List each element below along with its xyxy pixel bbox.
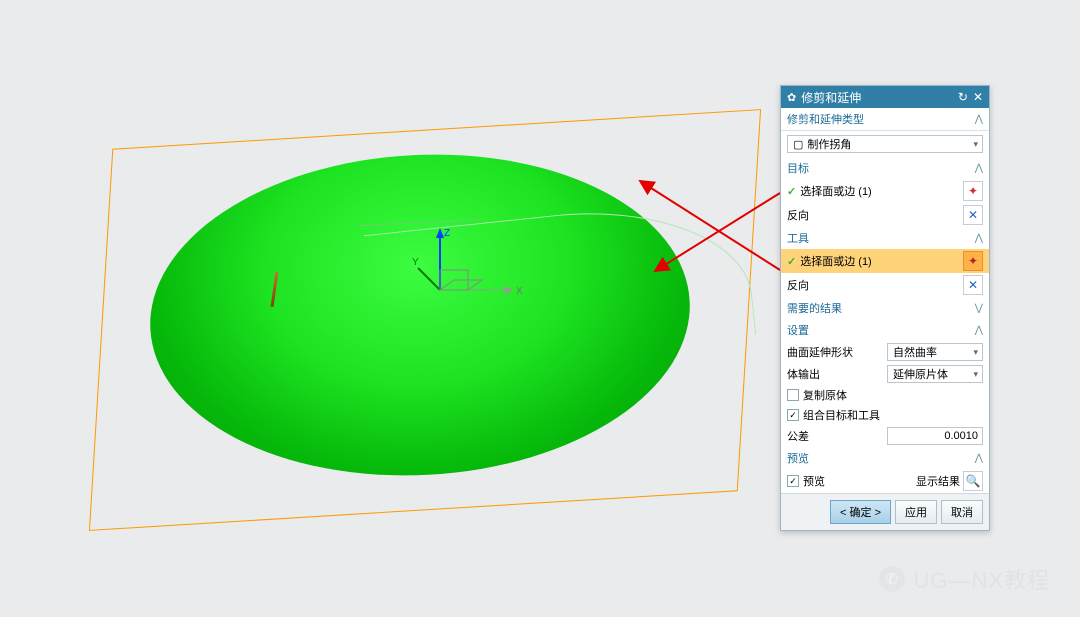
- show-result-label: 显示结果: [916, 473, 960, 489]
- target-reverse-row[interactable]: 反向 ✕: [781, 203, 989, 227]
- tolerance-label: 公差: [787, 428, 809, 444]
- chevron-up-icon: ⋀: [975, 114, 983, 125]
- section-settings-label: 设置: [787, 322, 809, 338]
- extend-shape-dropdown[interactable]: 自然曲率: [887, 343, 983, 361]
- target-select-label: 选择面或边 (1): [800, 186, 872, 198]
- section-tool-header[interactable]: 工具 ⋀: [781, 227, 989, 249]
- chevron-down-icon: ⋁: [975, 303, 983, 314]
- check-icon: ✓: [787, 186, 796, 198]
- tool-reverse-row[interactable]: 反向 ✕: [781, 273, 989, 297]
- copy-original-row[interactable]: 复制原体: [781, 385, 989, 405]
- type-dropdown[interactable]: ▢制作拐角: [787, 135, 983, 153]
- tool-select-label: 选择面或边 (1): [800, 256, 872, 268]
- reverse-icon[interactable]: ✕: [963, 275, 983, 295]
- axis-y-label: Y: [412, 257, 419, 268]
- preview-row: ✓ 预览 显示结果 🔍: [781, 469, 989, 493]
- watermark-text: UG—NX教程: [913, 563, 1050, 595]
- trim-extend-dialog: ✿ 修剪和延伸 ↻ ✕ 修剪和延伸类型 ⋀ ▢制作拐角 目标 ⋀ ✓ 选择面或边 …: [780, 85, 990, 531]
- check-icon: ✓: [787, 256, 796, 268]
- target-pick-icon[interactable]: ✦: [963, 181, 983, 201]
- tool-select-row[interactable]: ✓ 选择面或边 (1) ✦: [781, 249, 989, 273]
- preview-checkbox-label: 预览: [803, 473, 825, 489]
- section-type-label: 修剪和延伸类型: [787, 111, 864, 127]
- target-select-row[interactable]: ✓ 选择面或边 (1) ✦: [781, 179, 989, 203]
- show-result-button[interactable]: 🔍: [963, 471, 983, 491]
- section-tool-label: 工具: [787, 230, 809, 246]
- preview-checkbox[interactable]: ✓ 预览: [787, 473, 825, 489]
- chevron-up-icon: ⋀: [975, 453, 983, 464]
- dialog-header[interactable]: ✿ 修剪和延伸 ↻ ✕: [781, 86, 989, 108]
- section-target-header[interactable]: 目标 ⋀: [781, 157, 989, 179]
- target-reverse-label: 反向: [787, 207, 809, 223]
- section-type-header[interactable]: 修剪和延伸类型 ⋀: [781, 108, 989, 130]
- axis-triad[interactable]: X Z Y: [410, 230, 530, 310]
- tool-reverse-label: 反向: [787, 277, 809, 293]
- apply-button[interactable]: 应用: [895, 500, 937, 524]
- group-tool-row[interactable]: ✓ 组合目标和工具: [781, 405, 989, 425]
- axis-x-label: X: [516, 286, 523, 297]
- tolerance-row: 公差 0.0010: [781, 425, 989, 447]
- extend-shape-label: 曲面延伸形状: [787, 344, 853, 360]
- tool-pick-icon[interactable]: ✦: [963, 251, 983, 271]
- type-dropdown-value: 制作拐角: [807, 136, 851, 152]
- axis-z-label: Z: [444, 228, 450, 239]
- section-result-label: 需要的结果: [787, 300, 842, 316]
- extend-shape-row: 曲面延伸形状 自然曲率: [781, 341, 989, 363]
- tolerance-input[interactable]: 0.0010: [887, 427, 983, 445]
- body-output-dropdown[interactable]: 延伸原片体: [887, 365, 983, 383]
- section-target-label: 目标: [787, 160, 809, 176]
- chevron-up-icon: ⋀: [975, 233, 983, 244]
- gear-icon: ✿: [787, 91, 796, 104]
- copy-original-label: 复制原体: [803, 387, 847, 403]
- ok-button[interactable]: < 确定 >: [830, 500, 891, 524]
- section-result-header[interactable]: 需要的结果 ⋁: [781, 297, 989, 319]
- chevron-up-icon: ⋀: [975, 163, 983, 174]
- section-settings-header[interactable]: 设置 ⋀: [781, 319, 989, 341]
- dialog-title: 修剪和延伸: [801, 89, 953, 106]
- group-tool-label: 组合目标和工具: [803, 407, 880, 423]
- cancel-button[interactable]: 取消: [941, 500, 983, 524]
- checkbox-checked-icon[interactable]: ✓: [787, 409, 799, 421]
- checkbox-unchecked-icon[interactable]: [787, 389, 799, 401]
- reverse-icon[interactable]: ✕: [963, 205, 983, 225]
- dialog-button-bar: < 确定 > 应用 取消: [781, 493, 989, 530]
- section-preview-label: 预览: [787, 450, 809, 466]
- chevron-up-icon: ⋀: [975, 325, 983, 336]
- body-output-label: 体输出: [787, 366, 820, 382]
- refresh-icon[interactable]: ↻: [958, 90, 968, 104]
- body-output-row: 体输出 延伸原片体: [781, 363, 989, 385]
- section-preview-header[interactable]: 预览 ⋀: [781, 447, 989, 469]
- wechat-icon: ✆: [879, 566, 905, 592]
- checkbox-checked-icon[interactable]: ✓: [787, 475, 799, 487]
- close-icon[interactable]: ✕: [973, 90, 983, 104]
- watermark: ✆ UG—NX教程: [879, 563, 1050, 595]
